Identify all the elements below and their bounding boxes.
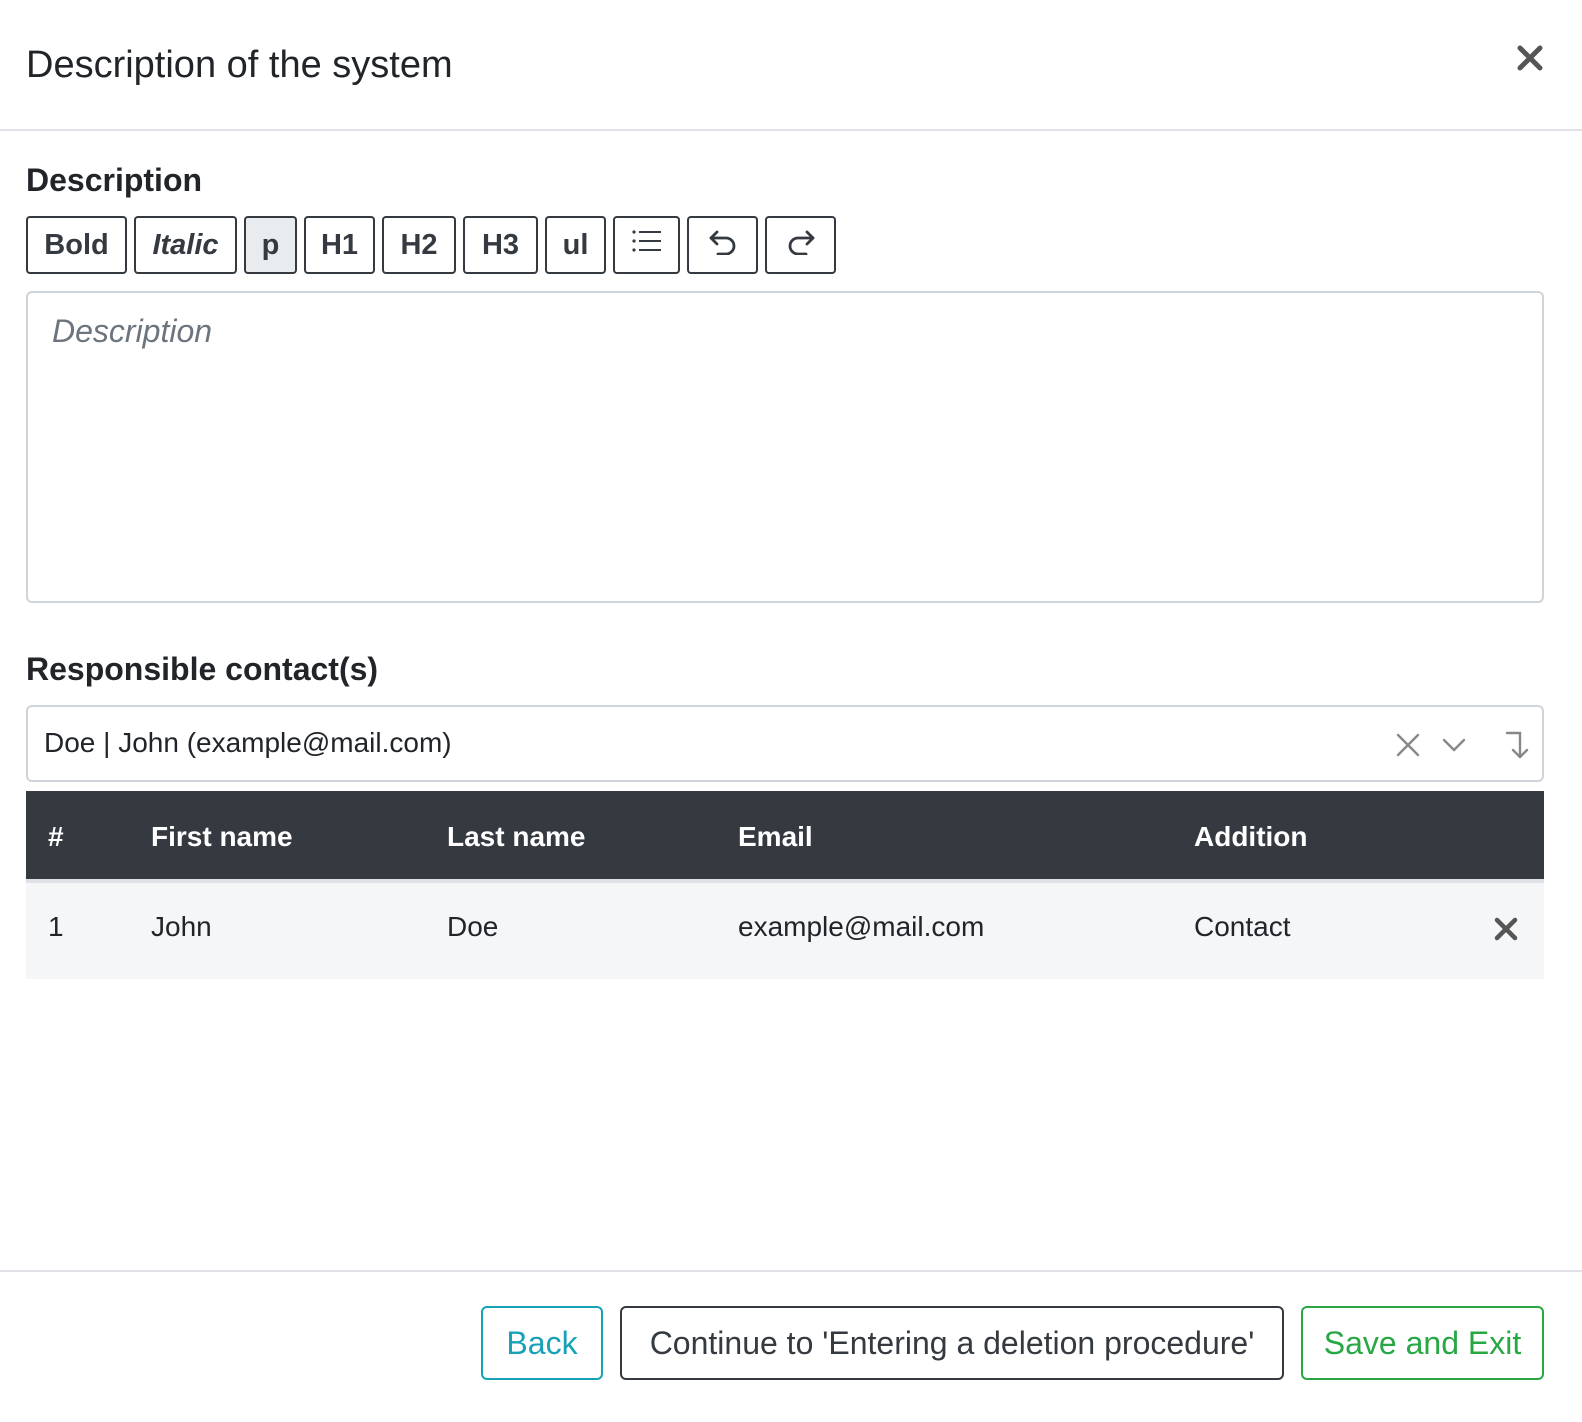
h3-button[interactable]: H3 [463, 216, 538, 274]
save-and-exit-button[interactable]: Save and Exit [1301, 1306, 1544, 1380]
paragraph-button[interactable]: p [244, 216, 297, 274]
col-header-number: # [48, 821, 64, 852]
clear-icon[interactable] [1390, 727, 1426, 763]
modal-title: Description of the system [26, 44, 453, 86]
col-header-first-name: First name [151, 821, 293, 852]
table-row: 1 John Doe example@mail.com Contact [26, 883, 1544, 979]
col-header-email: Email [738, 821, 813, 852]
description-label: Description [26, 162, 203, 198]
modal-header: Description of the system [0, 0, 1582, 131]
italic-button[interactable]: Italic [134, 216, 237, 274]
back-button[interactable]: Back [481, 1306, 603, 1380]
editor-toolbar: Bold Italic p H1 H2 H3 ul [26, 216, 836, 274]
undo-icon [708, 227, 738, 263]
col-header-last-name: Last name [447, 821, 586, 852]
list-icon [631, 228, 663, 262]
cell-first-name: John [151, 911, 212, 942]
cell-last-name: Doe [447, 911, 499, 942]
contact-select[interactable]: Doe | John (example@mail.com) [26, 705, 1544, 782]
remove-contact-icon[interactable] [1490, 913, 1522, 945]
close-icon[interactable] [1510, 38, 1550, 78]
col-header-addition: Addition [1194, 821, 1308, 852]
cell-addition: Contact [1194, 911, 1291, 942]
cell-number: 1 [48, 911, 64, 942]
cell-email: example@mail.com [738, 911, 985, 942]
description-placeholder: Description [52, 313, 213, 349]
continue-button[interactable]: Continue to 'Entering a deletion procedu… [620, 1306, 1284, 1380]
h2-button[interactable]: H2 [382, 216, 456, 274]
contacts-label: Responsible contact(s) [26, 651, 379, 687]
bold-button[interactable]: Bold [26, 216, 127, 274]
redo-button[interactable] [765, 216, 836, 274]
undo-button[interactable] [687, 216, 758, 274]
ul-button[interactable]: ul [545, 216, 606, 274]
modal-footer: Back Continue to 'Entering a deletion pr… [0, 1270, 1582, 1422]
description-editor[interactable]: Description [26, 291, 1544, 603]
table-header: # First name Last name Email Addition [26, 791, 1544, 883]
ordered-list-button[interactable] [613, 216, 680, 274]
redo-icon [786, 227, 816, 263]
enter-icon[interactable] [1500, 727, 1536, 763]
chevron-down-icon[interactable] [1436, 727, 1472, 763]
contact-select-value: Doe | John (example@mail.com) [44, 727, 452, 758]
h1-button[interactable]: H1 [304, 216, 375, 274]
contacts-table: # First name Last name Email Addition 1 … [26, 791, 1544, 979]
